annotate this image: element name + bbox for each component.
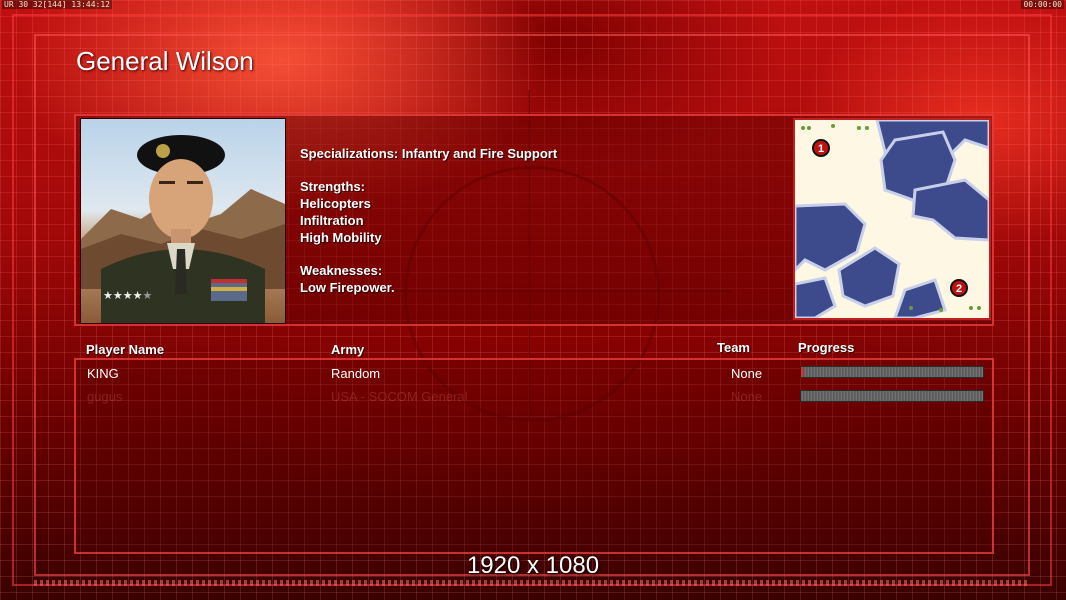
strength-item: Infiltration <box>300 213 364 228</box>
column-header-player-name: Player Name <box>86 342 165 357</box>
start-position-2[interactable]: 2 <box>956 283 962 295</box>
general-description: Specializations: Infantry and Fire Suppo… <box>300 145 557 296</box>
strength-item: Helicopters <box>300 196 371 211</box>
column-header-army: Army <box>331 342 365 357</box>
loading-progress-bar <box>800 366 984 378</box>
hud-timer: 00:00:00 <box>1021 0 1064 9</box>
player-team: None <box>731 366 763 381</box>
weakness-item: Low Firepower. <box>300 280 395 295</box>
bottom-decoration <box>34 580 1030 586</box>
general-name: General Wilson <box>76 46 254 76</box>
map-preview-image: 1 2 <box>795 120 989 318</box>
strengths-heading: Strengths: <box>300 179 365 194</box>
rank-stars: ★★★★★ <box>103 290 153 302</box>
weaknesses-heading: Weaknesses: <box>300 263 383 278</box>
loading-progress-fill <box>801 367 803 377</box>
player-name: gugus <box>87 389 123 404</box>
general-portrait: ★★★★★ <box>80 118 286 324</box>
map-preview[interactable]: 1 2 <box>793 118 991 320</box>
player-army: USA - SOCOM General <box>331 389 468 404</box>
player-name: KING <box>87 366 119 381</box>
strength-item: High Mobility <box>300 230 382 245</box>
start-position-1[interactable]: 1 <box>818 143 824 155</box>
players-list <box>74 358 994 554</box>
player-team: None <box>731 389 763 404</box>
column-header-team: Team <box>717 340 750 355</box>
hud-stats: UR 30 32[144] 13:44:12 <box>2 0 112 9</box>
specializations-text: Specializations: Infantry and Fire Suppo… <box>300 146 558 161</box>
resolution-label: 1920 x 1080 <box>466 552 600 579</box>
loading-progress-bar <box>800 390 984 402</box>
player-army: Random <box>331 366 381 381</box>
column-header-progress: Progress <box>798 340 855 355</box>
